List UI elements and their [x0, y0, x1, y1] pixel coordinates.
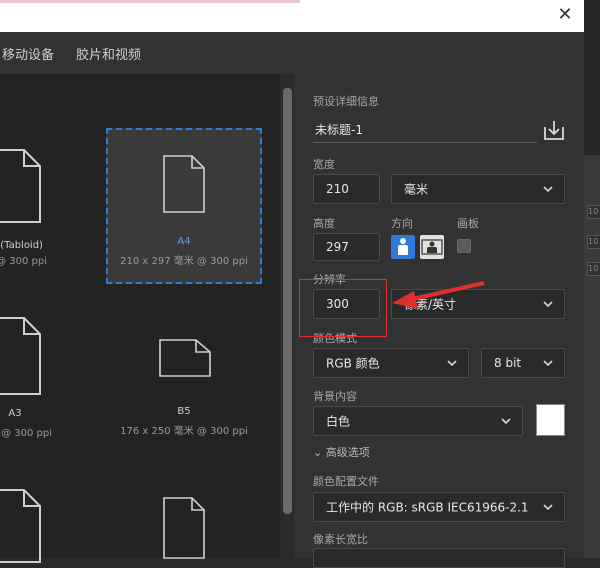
- tab-film-video[interactable]: 胶片和视频: [76, 44, 141, 63]
- preset-category-tabs: 移动设备 胶片和视频: [0, 32, 584, 74]
- color-mode-value: RGB 颜色: [326, 356, 380, 371]
- preset-card-b5[interactable]: B5 176 x 250 毫米 @ 300 ppi: [106, 312, 262, 462]
- artboard-label: 画板: [457, 217, 479, 230]
- landscape-icon: [421, 239, 443, 255]
- background-app-mark: 10: [587, 205, 600, 219]
- advanced-options-toggle[interactable]: ⌄ 高级选项: [313, 444, 370, 460]
- background-app-mark: 10: [587, 262, 600, 276]
- color-profile-select[interactable]: 工作中的 RGB: sRGB IEC61966-2.1: [313, 492, 565, 522]
- width-input[interactable]: 210: [313, 174, 380, 204]
- pixel-aspect-label: 像素长宽比: [313, 533, 368, 546]
- document-title-input[interactable]: 未标题-1: [313, 116, 537, 143]
- chevron-down-icon: [543, 301, 553, 308]
- artboard-checkbox[interactable]: [457, 239, 471, 253]
- orientation-label: 方向: [391, 217, 413, 230]
- resolution-unit-select[interactable]: 像素/英寸: [391, 289, 565, 319]
- document-icon: [163, 155, 205, 213]
- background-app-edge: 10 10 10: [584, 0, 600, 558]
- document-title-value: 未标题-1: [315, 123, 363, 137]
- width-unit-select[interactable]: 毫米: [391, 174, 565, 204]
- preset-dims: 176 x 250 毫米 @ 300 ppi: [120, 426, 248, 437]
- preset-card-a3[interactable]: A3 毫米 @ 300 ppi: [0, 312, 90, 462]
- document-icon: [163, 497, 205, 559]
- height-value: 297: [326, 240, 349, 254]
- bit-depth-select[interactable]: 8 bit: [481, 348, 565, 378]
- landscape-orientation-button[interactable]: [420, 235, 444, 259]
- color-mode-select[interactable]: RGB 颜色: [313, 348, 469, 378]
- background-color-swatch[interactable]: [536, 404, 565, 436]
- preset-grid: 明纸 (Tabloid) 英寸 @ 300 ppi A4 210 x 297 毫…: [0, 74, 280, 563]
- background-value: 白色: [326, 414, 351, 429]
- document-icon: [0, 317, 41, 395]
- resolution-unit-value: 像素/英寸: [404, 297, 457, 312]
- tab-mobile[interactable]: 移动设备: [2, 44, 54, 63]
- chevron-down-icon: [501, 418, 511, 425]
- height-input[interactable]: 297: [313, 233, 380, 261]
- background-app-mark: 10: [587, 235, 600, 249]
- titlebar-strip: [0, 0, 300, 3]
- panel-header: 预设详细信息: [313, 95, 379, 108]
- portrait-orientation-button[interactable]: [391, 235, 415, 259]
- chevron-down-icon: [543, 186, 553, 193]
- color-profile-label: 颜色配置文件: [313, 475, 379, 488]
- chevron-down-icon: [543, 360, 553, 367]
- background-select[interactable]: 白色: [313, 406, 523, 436]
- preset-scrollbar-thumb[interactable]: [283, 88, 292, 514]
- advanced-options-label: 高级选项: [325, 446, 370, 459]
- preset-dims: 210 x 297 毫米 @ 300 ppi: [120, 256, 248, 267]
- width-value: 210: [326, 182, 349, 196]
- highlight-box: [299, 279, 387, 337]
- background-label: 背景内容: [313, 390, 357, 403]
- close-icon[interactable]: ✕: [556, 6, 574, 24]
- preset-name: B5: [177, 406, 191, 417]
- width-label: 宽度: [313, 158, 335, 171]
- save-preset-icon[interactable]: [543, 119, 565, 141]
- document-icon: [159, 339, 211, 377]
- preset-name: A4: [177, 236, 191, 247]
- chevron-down-icon: [447, 360, 457, 367]
- height-label: 高度: [313, 217, 335, 230]
- chevron-down-icon: ⌄: [313, 446, 323, 459]
- color-profile-value: 工作中的 RGB: sRGB IEC61966-2.1: [326, 500, 529, 515]
- background-app-dark-block: [584, 0, 600, 155]
- document-icon: [0, 489, 41, 563]
- preset-card-a4[interactable]: A4 210 x 297 毫米 @ 300 ppi: [106, 128, 262, 284]
- dialog-titlebar: ✕: [0, 0, 584, 32]
- chevron-down-icon: [543, 504, 553, 511]
- preset-card-tabloid[interactable]: 明纸 (Tabloid) 英寸 @ 300 ppi: [0, 126, 90, 276]
- width-unit-value: 毫米: [404, 182, 429, 197]
- pixel-aspect-select[interactable]: [313, 548, 565, 568]
- portrait-icon: [398, 238, 408, 255]
- bit-depth-value: 8 bit: [494, 356, 522, 370]
- document-icon: [0, 149, 41, 223]
